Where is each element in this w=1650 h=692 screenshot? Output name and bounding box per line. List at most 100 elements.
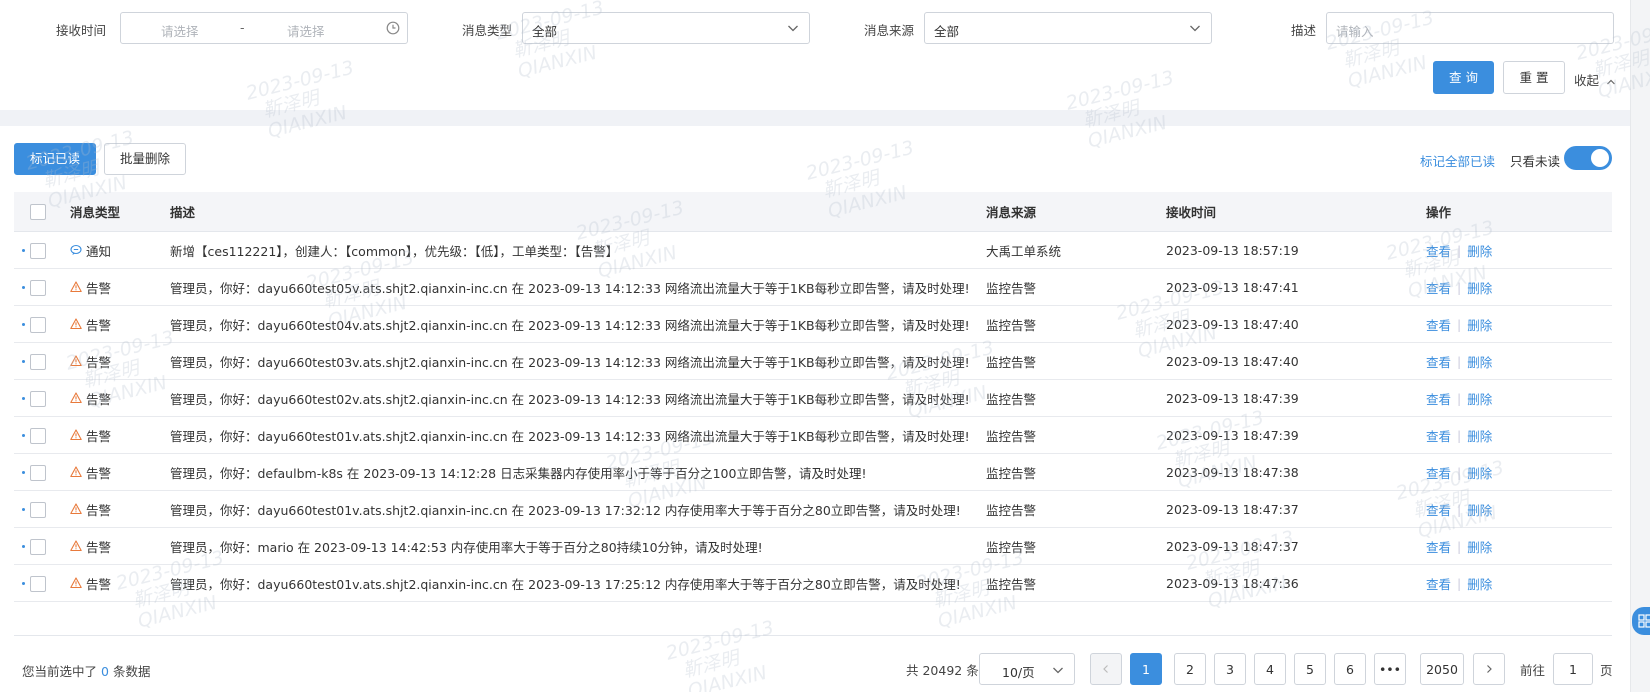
page-button-4[interactable]: 4 bbox=[1254, 653, 1286, 685]
description-cell: 新增【ces112221】，创建人：【common】，优先级：【低】，工单类型：… bbox=[170, 243, 619, 259]
delete-link[interactable]: 删除 bbox=[1467, 278, 1492, 297]
delete-link[interactable]: 删除 bbox=[1467, 500, 1492, 519]
view-link[interactable]: 查看 bbox=[1426, 241, 1451, 260]
message-table: 消息类型 描述 消息来源 接收时间 操作 通知 新增【ces112221】，创建人… bbox=[14, 192, 1612, 602]
delete-link[interactable]: 删除 bbox=[1467, 426, 1492, 445]
row-checkbox[interactable] bbox=[30, 576, 46, 592]
action-separator: | bbox=[1457, 390, 1462, 406]
receive-time-range-picker[interactable]: 请选择 - 请选择 bbox=[120, 12, 408, 44]
view-link[interactable]: 查看 bbox=[1426, 278, 1451, 297]
message-type-select[interactable]: 全部 bbox=[522, 12, 810, 44]
apps-float-button[interactable] bbox=[1632, 607, 1650, 635]
page-ellipsis-button[interactable]: ••• bbox=[1374, 653, 1406, 685]
table-header: 消息类型 描述 消息来源 接收时间 操作 bbox=[14, 192, 1612, 232]
end-date-placeholder[interactable]: 请选择 bbox=[287, 21, 325, 40]
chevron-down-icon bbox=[1053, 667, 1063, 674]
message-source-value: 全部 bbox=[934, 24, 960, 39]
page-size-select[interactable]: 10/页 bbox=[979, 653, 1075, 685]
action-separator: | bbox=[1457, 575, 1462, 591]
view-link[interactable]: 查看 bbox=[1426, 537, 1451, 556]
delete-link[interactable]: 删除 bbox=[1467, 389, 1492, 408]
unread-dot bbox=[22, 397, 25, 400]
selection-suffix: 条数据 bbox=[112, 664, 151, 679]
source-cell: 监控告警 bbox=[986, 465, 1037, 481]
message-type-cell: 告警 bbox=[70, 269, 111, 305]
select-all-checkbox[interactable] bbox=[30, 204, 46, 220]
delete-link[interactable]: 删除 bbox=[1467, 315, 1492, 334]
row-checkbox[interactable] bbox=[30, 502, 46, 518]
warning-icon bbox=[70, 503, 82, 515]
page-scrollbar[interactable] bbox=[1630, 0, 1650, 692]
view-link[interactable]: 查看 bbox=[1426, 389, 1451, 408]
table-row[interactable]: 告警 管理员，你好：dayu660test02v.ats.shjt2.qianxi… bbox=[14, 380, 1612, 417]
table-row[interactable]: 告警 管理员，你好：dayu660test01v.ats.shjt2.qianxi… bbox=[14, 565, 1612, 602]
reset-button[interactable]: 重 置 bbox=[1503, 61, 1565, 94]
start-date-placeholder[interactable]: 请选择 bbox=[161, 21, 199, 40]
delete-link[interactable]: 删除 bbox=[1467, 537, 1492, 556]
only-unread-toggle[interactable] bbox=[1564, 146, 1612, 170]
row-checkbox[interactable] bbox=[30, 539, 46, 555]
message-source-select[interactable]: 全部 bbox=[924, 12, 1212, 44]
view-link[interactable]: 查看 bbox=[1426, 352, 1451, 371]
page-suffix: 页 bbox=[1600, 663, 1613, 678]
description-cell: 管理员，你好：defaulbm-k8s 在 2023-09-13 14:12:2… bbox=[170, 465, 867, 481]
mark-read-button[interactable]: 标记已读 bbox=[14, 143, 96, 175]
page-button-3[interactable]: 3 bbox=[1214, 653, 1246, 685]
view-link[interactable]: 查看 bbox=[1426, 315, 1451, 334]
row-checkbox[interactable] bbox=[30, 280, 46, 296]
table-row[interactable]: 告警 管理员，你好：dayu660test01v.ats.shjt2.qianxi… bbox=[14, 491, 1612, 528]
view-link[interactable]: 查看 bbox=[1426, 574, 1451, 593]
table-row[interactable]: 告警 管理员，你好：defaulbm-k8s 在 2023-09-13 14:12… bbox=[14, 454, 1612, 491]
time-cell: 2023-09-13 18:57:19 bbox=[1166, 242, 1299, 258]
action-separator: | bbox=[1457, 279, 1462, 295]
goto-page-input[interactable]: 1 bbox=[1553, 653, 1593, 685]
selection-prefix: 您当前选中了 bbox=[22, 664, 98, 679]
delete-link[interactable]: 删除 bbox=[1467, 352, 1492, 371]
row-checkbox[interactable] bbox=[30, 317, 46, 333]
prev-page-button[interactable] bbox=[1090, 653, 1122, 685]
query-button[interactable]: 查 询 bbox=[1433, 61, 1494, 94]
action-separator: | bbox=[1457, 464, 1462, 480]
batch-delete-button[interactable]: 批量删除 bbox=[104, 143, 186, 175]
page-button-2[interactable]: 2 bbox=[1174, 653, 1206, 685]
warning-icon bbox=[70, 318, 82, 330]
description-input[interactable]: 请输入 bbox=[1326, 12, 1614, 44]
page-button-5[interactable]: 5 bbox=[1294, 653, 1326, 685]
row-checkbox[interactable] bbox=[30, 465, 46, 481]
message-type-text: 告警 bbox=[86, 280, 112, 296]
mark-all-read-link[interactable]: 标记全部已读 bbox=[1420, 151, 1495, 170]
collapse-toggle[interactable]: 收起 bbox=[1574, 70, 1616, 89]
unread-dot bbox=[22, 323, 25, 326]
message-type-text: 通知 bbox=[86, 243, 112, 259]
table-row[interactable]: 告警 管理员，你好：mario 在 2023-09-13 14:42:53 内存使… bbox=[14, 528, 1612, 565]
message-type-text: 告警 bbox=[86, 317, 112, 333]
row-checkbox[interactable] bbox=[30, 428, 46, 444]
page-button-6[interactable]: 6 bbox=[1334, 653, 1366, 685]
description-placeholder: 请输入 bbox=[1336, 24, 1374, 39]
page-button-2050[interactable]: 2050 bbox=[1420, 653, 1464, 685]
column-header-type: 消息类型 bbox=[70, 205, 121, 220]
view-link[interactable]: 查看 bbox=[1426, 426, 1451, 445]
table-row[interactable]: 告警 管理员，你好：dayu660test04v.ats.shjt2.qianxi… bbox=[14, 306, 1612, 343]
message-type-text: 告警 bbox=[86, 539, 112, 555]
delete-link[interactable]: 删除 bbox=[1467, 463, 1492, 482]
table-row[interactable]: 通知 新增【ces112221】，创建人：【common】，优先级：【低】，工单类… bbox=[14, 232, 1612, 269]
view-link[interactable]: 查看 bbox=[1426, 463, 1451, 482]
table-row[interactable]: 告警 管理员，你好：dayu660test03v.ats.shjt2.qianxi… bbox=[14, 343, 1612, 380]
actions-cell: 查看 | 删除 bbox=[1426, 269, 1492, 305]
view-link[interactable]: 查看 bbox=[1426, 500, 1451, 519]
page-button-1[interactable]: 1 bbox=[1130, 653, 1162, 685]
only-unread-label: 只看未读 bbox=[1510, 154, 1561, 169]
actions-cell: 查看 | 删除 bbox=[1426, 491, 1492, 527]
table-row[interactable]: 告警 管理员，你好：dayu660test05v.ats.shjt2.qianxi… bbox=[14, 269, 1612, 306]
action-separator: | bbox=[1457, 427, 1462, 443]
row-checkbox[interactable] bbox=[30, 243, 46, 259]
unread-dot bbox=[22, 434, 25, 437]
table-row[interactable]: 告警 管理员，你好：dayu660test01v.ats.shjt2.qianxi… bbox=[14, 417, 1612, 454]
row-checkbox[interactable] bbox=[30, 354, 46, 370]
unread-dot bbox=[22, 360, 25, 363]
delete-link[interactable]: 删除 bbox=[1467, 574, 1492, 593]
delete-link[interactable]: 删除 bbox=[1467, 241, 1492, 260]
next-page-button[interactable] bbox=[1473, 653, 1505, 685]
row-checkbox[interactable] bbox=[30, 391, 46, 407]
